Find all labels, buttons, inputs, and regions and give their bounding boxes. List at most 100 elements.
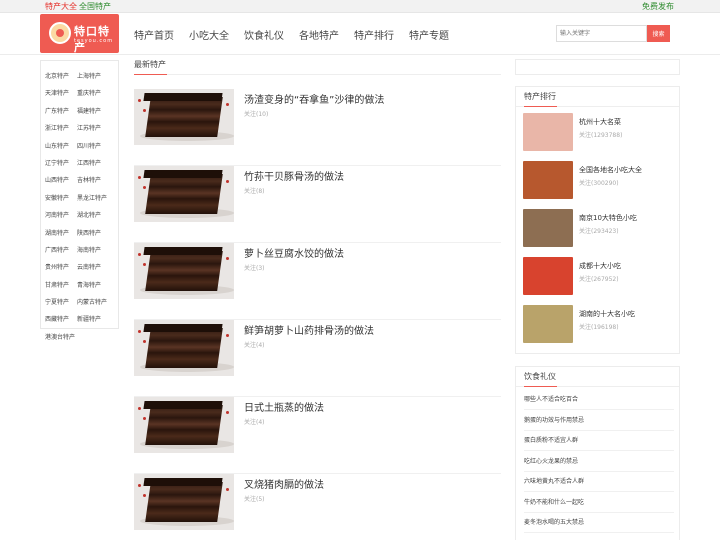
ranking-item[interactable]: 成都十大小吃 关注(267952) [523,257,673,301]
garnish-dot [226,103,229,106]
region-link[interactable]: 天津特产 [45,87,77,101]
ranking-thumbnail[interactable] [523,257,573,295]
article-item[interactable]: 竹荪干贝豚骨汤的做法关注(8) [134,166,501,243]
region-link[interactable]: 青海特产 [77,279,109,293]
region-link[interactable]: 安徽特产 [45,192,77,206]
ranking-count: 关注(293423) [579,228,619,235]
article-item[interactable]: 汤渣变身的“吞拿鱼”沙律的做法 关注(10) [134,89,501,166]
region-link[interactable]: 云南特产 [77,261,109,275]
ranking-count: 关注(1293788) [579,132,623,139]
ranking-item[interactable]: 南京10大特色小吃 关注(293423) [523,209,673,253]
ranking-item[interactable]: 杭州十大名菜 关注(1293788) [523,113,673,157]
region-link[interactable]: 宁夏特产 [45,296,77,310]
article-title[interactable]: 日式土瓶蒸的做法 [244,399,324,414]
article-thumbnail[interactable] [134,474,234,530]
article-thumbnail[interactable] [134,89,234,145]
article-title[interactable]: 竹荪干贝豚骨汤的做法 [244,168,344,183]
etiquette-link[interactable]: 六味地黄丸不适合人群 [524,472,674,492]
region-link[interactable]: 黑龙江特产 [77,192,109,206]
region-link[interactable]: 湖南特产 [45,227,77,241]
region-link[interactable]: 山西特产 [45,174,77,188]
article-thumbnail[interactable] [134,320,234,376]
article-item[interactable]: 萝卜丝豆腐水饺的做法 关注(3) [134,243,501,320]
region-link[interactable]: 广西特产 [45,244,77,258]
region-link[interactable]: 辽宁特产 [45,157,77,171]
search-input[interactable] [556,25,647,42]
ranking-count: 关注(267952) [579,276,619,283]
nav-snacks[interactable]: 小吃大全 [189,27,229,42]
ranking-thumbnail[interactable] [523,305,573,343]
region-link[interactable]: 河南特产 [45,209,77,223]
article-item[interactable]: 鲜笋胡萝卜山药排骨汤的做法 关注(4) [134,320,501,397]
article-title[interactable]: 汤渣变身的“吞拿鱼”沙律的做法 [244,91,384,106]
nav-ranking[interactable]: 特产排行 [354,27,394,42]
etiquette-link[interactable]: 鹅蛋的功效与作用禁忌 [524,411,674,431]
etiquette-link[interactable]: 哪些人不适合吃百合 [524,390,674,410]
region-link[interactable]: 北京特产 [45,70,77,84]
ranking-name[interactable]: 成都十大小吃 [579,261,621,271]
etiquette-link[interactable]: 蛋白质粉不适宜人群 [524,431,674,451]
region-link[interactable]: 贵州特产 [45,261,77,275]
nav-etiquette[interactable]: 饮食礼仪 [244,27,284,42]
article-title[interactable]: 萝卜丝豆腐水饺的做法 [244,245,344,260]
region-link[interactable]: 江西特产 [77,157,109,171]
cake-top [143,170,223,178]
region-link[interactable]: 广东特产 [45,105,77,119]
logo-domain: tesyou.com [74,38,114,44]
region-link[interactable]: 重庆特产 [77,87,109,101]
garnish-dot [143,340,146,343]
region-link[interactable]: 甘肃特产 [45,279,77,293]
garnish-dot [138,484,141,487]
article-item[interactable]: 日式土瓶蒸的做法 关注(4) [134,397,501,474]
site-logo[interactable]: 特口特产 tesyou.com [40,14,119,54]
region-link[interactable]: 新疆特产 [77,313,109,327]
header: 特口特产 tesyou.com 特产首页 小吃大全 饮食礼仪 各地特产 特产排行… [0,13,720,55]
region-link[interactable]: 内蒙古特产 [77,296,109,310]
region-link[interactable]: 吉林特产 [77,174,109,188]
etiquette-link[interactable]: 牛奶不能和什么一起吃 [524,493,674,513]
region-link[interactable]: 四川特产 [77,140,109,154]
etiquette-box: 饮食礼仪 哪些人不适合吃百合 鹅蛋的功效与作用禁忌 蛋白质粉不适宜人群 吃红心火龙果的… [515,366,680,540]
ranking-count: 关注(196198) [579,324,619,331]
search-button[interactable]: 搜索 [647,25,670,42]
ranking-name[interactable]: 湖南的十大名小吃 [579,309,635,319]
region-link[interactable]: 江苏特产 [77,122,109,136]
section-title: 最新特产 [134,58,501,75]
ranking-name[interactable]: 全国各地名小吃大全 [579,165,642,175]
region-link[interactable]: 海南特产 [77,244,109,258]
ranking-item[interactable]: 全国各地名小吃大全 关注(300290) [523,161,673,205]
region-link[interactable]: 浙江特产 [45,122,77,136]
free-publish-link[interactable]: 免费发布 [642,1,674,12]
article-follow-count: 关注(8) [244,188,265,195]
region-link[interactable]: 西藏特产 [45,313,77,327]
region-link[interactable]: 山东特产 [45,140,77,154]
top-link-national[interactable]: 全国特产 [79,2,111,11]
region-link[interactable]: 陕西特产 [77,227,109,241]
etiquette-link[interactable]: 麦冬泡水喝的五大禁忌 [524,513,674,533]
cake-top [143,324,223,332]
region-link[interactable]: 湖北特产 [77,209,109,223]
article-thumbnail[interactable] [134,243,234,299]
ranking-thumbnail[interactable] [523,161,573,199]
article-thumbnail[interactable] [134,397,234,453]
region-link[interactable]: 福建特产 [77,105,109,119]
ranking-name[interactable]: 南京10大特色小吃 [579,213,637,223]
article-title[interactable]: 叉烧猪肉膈的做法 [244,476,324,491]
region-link[interactable]: 上海特产 [77,70,109,84]
article-thumbnail[interactable] [134,166,234,222]
article-item[interactable]: 叉烧猪肉膈的做法 关注(5) [134,474,501,540]
ranking-thumbnail[interactable] [523,113,573,151]
nav-topics[interactable]: 特产专题 [409,27,449,42]
top-link-all[interactable]: 特产大全 [45,2,77,11]
ranking-thumbnail[interactable] [523,209,573,247]
ranking-name[interactable]: 杭州十大名菜 [579,117,621,127]
garnish-dot [143,494,146,497]
logo-mark-icon [49,22,71,44]
article-title[interactable]: 鲜笋胡萝卜山药排骨汤的做法 [244,322,374,337]
cake-shape [145,328,223,368]
nav-regions[interactable]: 各地特产 [299,27,339,42]
nav-home[interactable]: 特产首页 [134,27,174,42]
etiquette-link[interactable]: 吃红心火龙果的禁忌 [524,452,674,472]
region-link[interactable]: 港澳台特产 [45,331,77,345]
ranking-item[interactable]: 湖南的十大名小吃 关注(196198) [523,305,673,349]
